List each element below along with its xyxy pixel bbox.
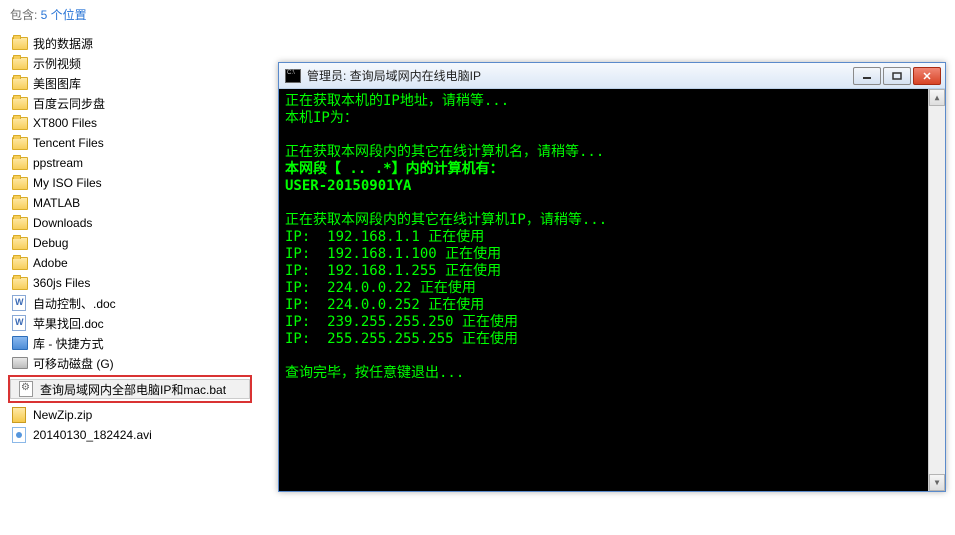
file-name: 20140130_182424.avi — [33, 428, 152, 442]
file-item[interactable]: 查询局域网内全部电脑IP和mac.bat — [10, 379, 250, 399]
shortcut-icon — [12, 336, 28, 350]
console-line: 本机IP为： — [285, 110, 939, 127]
folder-icon — [12, 97, 28, 110]
file-name: 库 - 快捷方式 — [33, 335, 104, 352]
console-line: 正在获取本网段内的其它在线计算机IP，请稍等... — [285, 212, 939, 229]
console-line: USER-20150901YA — [285, 178, 939, 195]
file-item[interactable]: 自动控制、.doc — [4, 293, 256, 313]
scroll-up-button[interactable]: ▲ — [929, 89, 945, 106]
console-line — [285, 348, 939, 365]
maximize-button[interactable] — [883, 67, 911, 85]
file-item[interactable]: NewZip.zip — [4, 405, 256, 425]
console-line: IP: 192.168.1.100 正在使用 — [285, 246, 939, 263]
console-line: 正在获取本网段内的其它在线计算机名，请稍等... — [285, 144, 939, 161]
document-icon — [12, 315, 26, 331]
console-line: 查询完毕，按任意键退出... — [285, 365, 939, 382]
file-item[interactable]: 库 - 快捷方式 — [4, 333, 256, 353]
file-item[interactable]: Downloads — [4, 213, 256, 233]
video-icon — [12, 427, 26, 443]
file-name: 美图图库 — [33, 75, 81, 92]
folder-icon — [12, 217, 28, 230]
console-line — [285, 127, 939, 144]
folder-icon — [12, 197, 28, 210]
location-header: 包含: 5 个位置 — [0, 0, 955, 27]
console-line: IP: 224.0.0.252 正在使用 — [285, 297, 939, 314]
file-name: 自动控制、.doc — [33, 295, 116, 312]
console-line: IP: 192.168.1.255 正在使用 — [285, 263, 939, 280]
file-name: NewZip.zip — [33, 408, 92, 422]
file-name: 百度云同步盘 — [33, 95, 105, 112]
file-item[interactable]: 可移动磁盘 (G) — [4, 353, 256, 373]
folder-icon — [12, 157, 28, 170]
file-item[interactable]: XT800 Files — [4, 113, 256, 133]
file-name: 可移动磁盘 (G) — [33, 355, 114, 372]
file-item[interactable]: 我的数据源 — [4, 33, 256, 53]
file-item[interactable]: 20140130_182424.avi — [4, 425, 256, 445]
close-button[interactable] — [913, 67, 941, 85]
file-name: Tencent Files — [33, 136, 104, 150]
file-list: 我的数据源示例视频美图图库百度云同步盘 XT800 Files Tencent Fi… — [0, 27, 260, 451]
location-count: 5 个位置 — [41, 8, 87, 22]
file-name: 查询局域网内全部电脑IP和mac.bat — [40, 381, 226, 398]
console-scrollbar[interactable]: ▲ ▼ — [928, 89, 945, 491]
zip-icon — [12, 407, 26, 423]
folder-icon — [12, 137, 28, 150]
folder-icon — [12, 37, 28, 50]
console-line: IP: 192.168.1.1 正在使用 — [285, 229, 939, 246]
folder-icon — [12, 117, 28, 130]
folder-icon — [12, 177, 28, 190]
console-window: 管理员: 查询局域网内在线电脑IP 正在获取本机的IP地址，请稍等...本机IP… — [278, 62, 946, 492]
file-name: 苹果找回.doc — [33, 315, 104, 332]
console-titlebar[interactable]: 管理员: 查询局域网内在线电脑IP — [279, 63, 945, 89]
folder-icon — [12, 277, 28, 290]
file-name: ppstream — [33, 156, 83, 170]
drive-icon — [12, 357, 28, 369]
console-line: IP: 255.255.255.255 正在使用 — [285, 331, 939, 348]
file-name: Downloads — [33, 216, 92, 230]
console-line: 正在获取本机的IP地址，请稍等... — [285, 93, 939, 110]
console-line: IP: 239.255.255.250 正在使用 — [285, 314, 939, 331]
file-item[interactable]: 百度云同步盘 — [4, 93, 256, 113]
file-item[interactable]: 360js Files — [4, 273, 256, 293]
file-name: Debug — [33, 236, 68, 250]
file-item[interactable]: MATLAB — [4, 193, 256, 213]
file-item[interactable]: My ISO Files — [4, 173, 256, 193]
document-icon — [12, 295, 26, 311]
file-name: 我的数据源 — [33, 35, 93, 52]
folder-icon — [12, 257, 28, 270]
file-name: Adobe — [33, 256, 68, 270]
folder-icon — [12, 57, 28, 70]
console-body[interactable]: 正在获取本机的IP地址，请稍等...本机IP为： 正在获取本网段内的其它在线计算… — [279, 89, 945, 491]
folder-icon — [12, 77, 28, 90]
batch-file-icon — [19, 381, 33, 397]
console-line: 本网段【 .. .*】内的计算机有： — [285, 161, 939, 178]
file-item[interactable]: 美图图库 — [4, 73, 256, 93]
file-item[interactable]: Adobe — [4, 253, 256, 273]
console-line: IP: 224.0.0.22 正在使用 — [285, 280, 939, 297]
file-item[interactable]: 苹果找回.doc — [4, 313, 256, 333]
file-item[interactable]: Debug — [4, 233, 256, 253]
console-line — [285, 195, 939, 212]
window-controls — [853, 67, 941, 85]
file-item[interactable]: Tencent Files — [4, 133, 256, 153]
folder-icon — [12, 237, 28, 250]
location-label: 包含: — [10, 8, 41, 22]
file-name: XT800 Files — [33, 116, 97, 130]
file-item[interactable]: 示例视频 — [4, 53, 256, 73]
scroll-track[interactable] — [929, 106, 945, 474]
scroll-down-button[interactable]: ▼ — [929, 474, 945, 491]
file-name: 示例视频 — [33, 55, 81, 72]
cmd-icon — [285, 69, 301, 83]
highlighted-file-box: 查询局域网内全部电脑IP和mac.bat — [8, 375, 252, 403]
minimize-button[interactable] — [853, 67, 881, 85]
file-item[interactable]: ppstream — [4, 153, 256, 173]
file-name: 360js Files — [33, 276, 90, 290]
file-name: MATLAB — [33, 196, 80, 210]
console-title: 管理员: 查询局域网内在线电脑IP — [307, 67, 853, 84]
file-name: My ISO Files — [33, 176, 102, 190]
